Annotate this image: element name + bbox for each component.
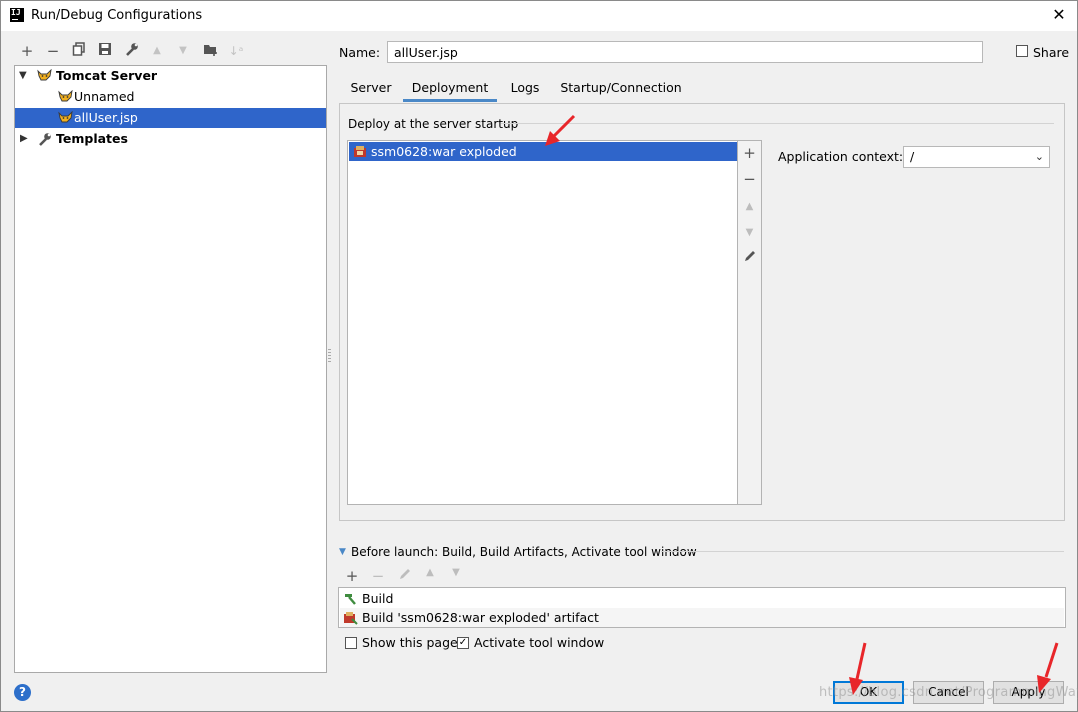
tab-logs[interactable]: Logs [503, 77, 547, 102]
application-context-select[interactable]: / ⌄ [903, 146, 1050, 168]
tree-item-label: allUser.jsp [74, 110, 138, 125]
move-down-icon[interactable]: ▼ [738, 227, 761, 238]
tree-item-label: Unnamed [74, 89, 135, 104]
move-task-up-icon[interactable]: ▲ [421, 567, 439, 578]
show-this-page-checkbox[interactable] [345, 637, 357, 649]
configuration-tree: ▼ Tomcat Server Unnamed allUser.jsp ▶ Te… [14, 65, 327, 673]
copy-configuration-icon[interactable] [70, 42, 88, 60]
before-launch-label: Before launch: Build, Build Artifacts, A… [351, 545, 697, 559]
application-context-label: Application context: [778, 149, 904, 164]
build-artifact-icon [344, 612, 358, 625]
help-icon[interactable]: ? [14, 684, 31, 701]
activate-tool-window-checkbox[interactable]: ✓ [457, 637, 469, 649]
tree-item-label: Templates [56, 131, 128, 146]
name-input[interactable] [387, 41, 983, 63]
name-label: Name: [339, 45, 381, 60]
chevron-down-icon: ⌄ [1034, 150, 1044, 163]
remove-task-icon[interactable]: − [369, 567, 387, 585]
add-task-icon[interactable]: + [343, 567, 361, 585]
tree-item-templates[interactable]: ▶ Templates [15, 129, 326, 149]
annotation-arrow-icon [545, 114, 576, 146]
share-checkbox[interactable] [1016, 45, 1028, 57]
annotation-arrow-icon [1037, 642, 1059, 693]
run-debug-configurations-dialog: IJ Run/Debug Configurations ✕ + − ▲ ▼ ↓ᵃ… [0, 0, 1078, 712]
add-artifact-icon[interactable]: + [738, 144, 761, 162]
section-divider [501, 123, 1054, 124]
build-hammer-icon [345, 594, 356, 605]
tree-item-tomcat-server[interactable]: ▼ Tomcat Server [15, 66, 326, 86]
tab-startup-connection[interactable]: Startup/Connection [557, 77, 685, 102]
app-icon-text: IJ [11, 8, 21, 17]
activate-tool-window-label: Activate tool window [474, 635, 605, 650]
deploy-artifact-list[interactable]: ssm0628:war exploded [347, 140, 738, 505]
annotation-arrow-icon [849, 642, 867, 695]
tab-deployment[interactable]: Deployment [403, 77, 497, 102]
tree-item-label: Tomcat Server [56, 68, 158, 83]
tomcat-icon [58, 90, 73, 102]
artifact-list-toolbar: + − ▲ ▼ [738, 140, 762, 505]
move-task-down-icon[interactable]: ▼ [447, 567, 465, 578]
tree-item-alluser-jsp[interactable]: allUser.jsp [15, 108, 326, 128]
deploy-section-label: Deploy at the server startup [348, 117, 519, 131]
move-up-icon[interactable]: ▲ [738, 201, 761, 212]
move-down-icon[interactable]: ▼ [174, 42, 192, 60]
remove-configuration-icon[interactable]: − [44, 42, 62, 60]
tomcat-icon [37, 69, 52, 81]
intellij-app-icon: IJ [10, 8, 24, 22]
save-configuration-icon[interactable] [96, 42, 114, 60]
tomcat-icon [58, 111, 73, 123]
add-configuration-icon[interactable]: + [18, 42, 36, 60]
section-divider [661, 551, 1064, 552]
share-label: Share [1033, 45, 1070, 60]
list-item[interactable]: Build 'ssm0628:war exploded' artifact [340, 608, 1064, 627]
artifact-name: ssm0628:war exploded [371, 144, 517, 159]
artifact-icon [354, 146, 366, 157]
task-label: Build 'ssm0628:war exploded' artifact [362, 610, 599, 625]
task-label: Build [362, 591, 394, 606]
sort-alphabetically-icon[interactable]: ↓ᵃ [227, 42, 245, 60]
wrench-icon [39, 133, 51, 146]
splitter-handle[interactable] [328, 349, 331, 363]
remove-artifact-icon[interactable]: − [738, 170, 761, 188]
application-context-value: / [910, 149, 915, 164]
move-up-icon[interactable]: ▲ [148, 42, 166, 60]
edit-task-pencil-icon[interactable] [396, 567, 414, 585]
edit-pencil-icon[interactable] [738, 249, 761, 267]
window-title: Run/Debug Configurations [31, 8, 203, 23]
tab-server[interactable]: Server [344, 77, 398, 102]
chevron-down-icon[interactable]: ▼ [19, 66, 27, 86]
tree-item-unnamed[interactable]: Unnamed [15, 87, 326, 107]
list-item[interactable]: Build [340, 589, 1064, 608]
title-bar: IJ Run/Debug Configurations ✕ [1, 1, 1077, 31]
show-this-page-label: Show this page [362, 635, 458, 650]
new-folder-icon[interactable] [201, 42, 219, 60]
chevron-right-icon[interactable]: ▶ [20, 129, 28, 149]
close-icon[interactable]: ✕ [1049, 4, 1069, 26]
edit-defaults-wrench-icon[interactable] [122, 42, 140, 60]
before-launch-task-list[interactable]: Build Build 'ssm0628:war exploded' artif… [338, 587, 1066, 628]
collapse-triangle-icon[interactable]: ▼ [339, 547, 346, 557]
